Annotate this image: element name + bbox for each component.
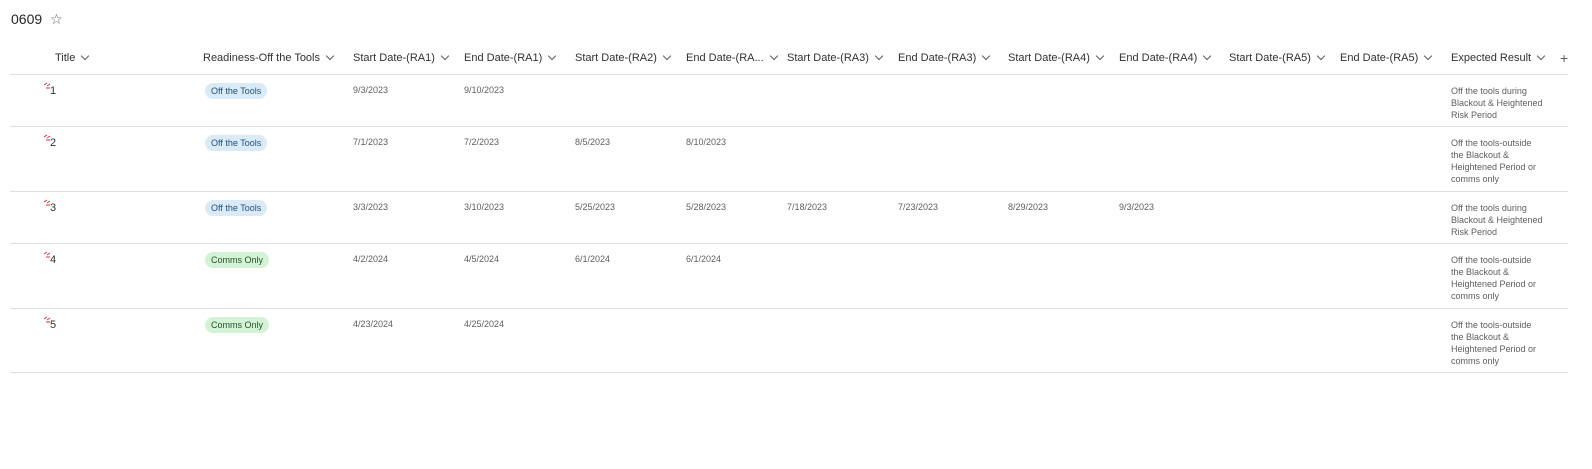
- chevron-down-icon: [662, 51, 672, 60]
- new-item-sparkle-icon: [44, 251, 51, 258]
- column-header-label: Start Date-(RA1): [353, 51, 435, 64]
- chevron-down-icon: [982, 51, 991, 60]
- readiness-pill: Comms Only: [205, 252, 270, 268]
- new-item-sparkle-icon: [44, 82, 51, 89]
- chevron-down-icon: [1536, 51, 1546, 60]
- ra2-end-cell: 5/28/2023: [686, 202, 727, 212]
- column-header-ra4-end[interactable]: End Date-(RA4): [1119, 41, 1212, 74]
- column-header-label: Start Date-(RA3): [787, 51, 869, 64]
- column-header-ra5-end[interactable]: End Date-(RA5): [1340, 41, 1433, 74]
- expected-result-cell: Off the tools-outside the Blackout & Hei…: [1451, 320, 1537, 366]
- column-header-ra1-start[interactable]: Start Date-(RA1): [353, 41, 450, 74]
- expected-result-cell: Off the tools during Blackout & Heighten…: [1451, 86, 1543, 120]
- column-header-ra3-start[interactable]: Start Date-(RA3): [787, 41, 884, 74]
- column-header-label: End Date-(RA4): [1119, 51, 1198, 64]
- column-header-ra1-end[interactable]: End Date-(RA1): [464, 41, 557, 74]
- table-row[interactable]: 1 Off the Tools 9/3/2023 9/10/2023 Off t…: [10, 75, 1568, 127]
- ra1-start-cell: 9/3/2023: [353, 85, 389, 95]
- list-header: 0609 ☆: [11, 9, 63, 29]
- add-column-button[interactable]: +: [1560, 41, 1568, 74]
- column-header-expected-result[interactable]: Expected Result: [1451, 41, 1546, 74]
- ra1-end-cell: 3/10/2023: [464, 202, 505, 212]
- column-header-label: Start Date-(RA4): [1008, 51, 1090, 64]
- readiness-pill: Off the Tools: [205, 83, 268, 99]
- ra2-start-cell: 8/5/2023: [575, 137, 611, 147]
- title-cell[interactable]: 5: [44, 316, 56, 331]
- list-title: 0609: [11, 11, 43, 27]
- column-header-label: Expected Result: [1451, 51, 1532, 64]
- chevron-down-icon: [1424, 51, 1433, 60]
- chevron-down-icon: [1203, 51, 1212, 60]
- column-header-label: Start Date-(RA2): [575, 51, 657, 64]
- new-item-sparkle-icon: [44, 134, 51, 141]
- title-cell[interactable]: 3: [44, 199, 56, 214]
- ra2-start-cell: 5/25/2023: [575, 202, 616, 212]
- ra4-end-cell: 9/3/2023: [1119, 202, 1155, 212]
- column-header-ra4-start[interactable]: Start Date-(RA4): [1008, 41, 1105, 74]
- readiness-pill: Off the Tools: [205, 135, 268, 151]
- column-header-label: End Date-(RA5): [1340, 51, 1419, 64]
- expected-result-cell: Off the tools-outside the Blackout & Hei…: [1451, 138, 1537, 184]
- column-header-ra5-start[interactable]: Start Date-(RA5): [1229, 41, 1326, 74]
- table-row[interactable]: 5 Comms Only 4/23/2024 4/25/2024 Off the…: [10, 309, 1568, 373]
- new-item-sparkle-icon: [44, 199, 51, 206]
- column-header-ra2-end[interactable]: End Date-(RA...: [686, 41, 778, 74]
- chevron-down-icon: [1316, 51, 1326, 60]
- title-cell[interactable]: 2: [44, 134, 56, 149]
- column-header-ra3-end[interactable]: End Date-(RA3): [898, 41, 991, 74]
- chevron-down-icon: [325, 51, 335, 60]
- expected-result-cell: Off the tools-outside the Blackout & Hei…: [1451, 255, 1537, 301]
- ra3-start-cell: 7/18/2023: [787, 202, 828, 212]
- ra1-end-cell: 7/2/2023: [464, 137, 500, 147]
- star-icon[interactable]: ☆: [50, 12, 63, 26]
- chevron-down-icon: [874, 51, 884, 60]
- ra1-start-cell: 7/1/2023: [353, 137, 389, 147]
- column-header-label: End Date-(RA1): [464, 51, 543, 64]
- ra1-start-cell: 4/2/2024: [353, 254, 389, 264]
- column-header-label: Readiness-Off the Tools: [203, 51, 320, 64]
- column-header-label: End Date-(RA...: [686, 51, 764, 64]
- column-header-row: Title Readiness-Off the Tools Start Date…: [10, 41, 1568, 75]
- ra2-end-cell: 8/10/2023: [686, 137, 727, 147]
- ra1-end-cell: 4/5/2024: [464, 254, 500, 264]
- column-header-label: End Date-(RA3): [898, 51, 977, 64]
- column-header-readiness[interactable]: Readiness-Off the Tools: [203, 41, 335, 74]
- expected-result-cell: Off the tools during Blackout & Heighten…: [1451, 203, 1543, 237]
- title-cell[interactable]: 4: [44, 251, 56, 266]
- ra1-end-cell: 9/10/2023: [464, 85, 505, 95]
- chevron-down-icon: [440, 51, 450, 60]
- ra2-end-cell: 6/1/2024: [686, 254, 722, 264]
- table-row[interactable]: 3 Off the Tools 3/3/2023 3/10/2023 5/25/…: [10, 192, 1568, 244]
- ra1-end-cell: 4/25/2024: [464, 319, 505, 329]
- chevron-down-icon: [81, 51, 90, 60]
- ra2-start-cell: 6/1/2024: [575, 254, 611, 264]
- table-row[interactable]: 4 Comms Only 4/2/2024 4/5/2024 6/1/2024 …: [10, 244, 1568, 309]
- column-header-label: Title: [55, 51, 76, 64]
- table-row[interactable]: 2 Off the Tools 7/1/2023 7/2/2023 8/5/20…: [10, 127, 1568, 192]
- column-header-label: Start Date-(RA5): [1229, 51, 1311, 64]
- title-cell[interactable]: 1: [44, 82, 56, 97]
- column-header-ra2-start[interactable]: Start Date-(RA2): [575, 41, 672, 74]
- ra1-start-cell: 4/23/2024: [353, 319, 394, 329]
- new-item-sparkle-icon: [44, 316, 51, 323]
- chevron-down-icon: [769, 51, 778, 60]
- ra4-start-cell: 8/29/2023: [1008, 202, 1049, 212]
- readiness-pill: Off the Tools: [205, 200, 268, 216]
- chevron-down-icon: [548, 51, 557, 60]
- ra3-end-cell: 7/23/2023: [898, 202, 939, 212]
- chevron-down-icon: [1095, 51, 1105, 60]
- ra1-start-cell: 3/3/2023: [353, 202, 389, 212]
- column-header-title[interactable]: Title: [55, 41, 90, 74]
- readiness-pill: Comms Only: [205, 317, 270, 333]
